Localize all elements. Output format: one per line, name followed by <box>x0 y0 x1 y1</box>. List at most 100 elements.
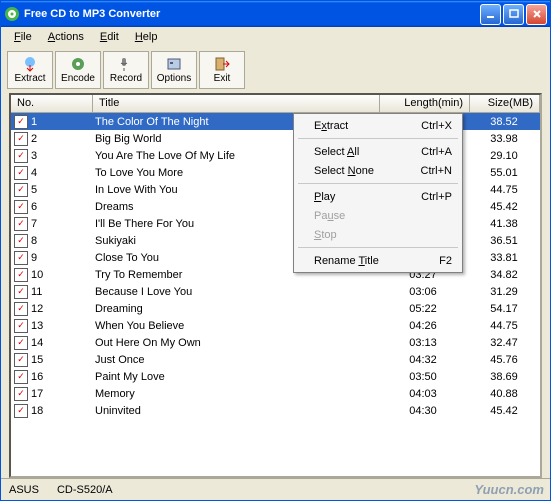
titlebar[interactable]: Free CD to MP3 Converter <box>1 1 550 27</box>
track-size: 44.75 <box>468 184 540 196</box>
track-no: 7 <box>29 218 91 230</box>
menu-file[interactable]: File <box>7 29 39 45</box>
exit-icon <box>214 56 230 72</box>
ctx-play[interactable]: PlayCtrl+P <box>296 187 460 206</box>
track-row[interactable]: ✓13When You Believe04:2644.75 <box>11 317 540 334</box>
track-size: 32.47 <box>468 337 540 349</box>
track-length: 04:26 <box>378 320 468 332</box>
close-button[interactable] <box>526 4 547 25</box>
track-list: No. Title Length(min) Size(MB) ✓1The Col… <box>9 93 542 478</box>
encode-button[interactable]: Encode <box>55 51 101 89</box>
track-size: 36.51 <box>468 235 540 247</box>
options-icon <box>166 56 182 72</box>
exit-button[interactable]: Exit <box>199 51 245 89</box>
track-no: 1 <box>29 116 91 128</box>
extract-icon <box>22 56 38 72</box>
checkbox-icon[interactable]: ✓ <box>14 336 28 350</box>
checkbox-icon[interactable]: ✓ <box>14 285 28 299</box>
checkbox-icon[interactable]: ✓ <box>14 217 28 231</box>
track-length: 04:30 <box>378 405 468 417</box>
checkbox-icon[interactable]: ✓ <box>14 166 28 180</box>
track-no: 4 <box>29 167 91 179</box>
track-size: 40.88 <box>468 388 540 400</box>
col-no[interactable]: No. <box>11 95 93 112</box>
checkbox-icon[interactable]: ✓ <box>14 132 28 146</box>
ctx-rename[interactable]: Rename TitleF2 <box>296 251 460 270</box>
ctx-stop: Stop <box>296 225 460 244</box>
ctx-play-shortcut: Ctrl+P <box>421 191 452 203</box>
checkbox-icon[interactable]: ✓ <box>14 268 28 282</box>
track-size: 29.10 <box>468 150 540 162</box>
context-menu: ExtractCtrl+X Select AllCtrl+A Select No… <box>293 113 463 273</box>
status-bar: ASUS CD-S520/A Yuucn.com <box>1 478 550 500</box>
menu-help[interactable]: Help <box>128 29 165 45</box>
track-no: 17 <box>29 388 91 400</box>
exit-label: Exit <box>214 73 231 84</box>
ctx-select-all[interactable]: Select AllCtrl+A <box>296 142 460 161</box>
track-title: Uninvited <box>91 405 378 417</box>
menubar: File Actions Edit Help <box>1 27 550 47</box>
track-row[interactable]: ✓18Uninvited04:3045.42 <box>11 402 540 419</box>
track-row[interactable]: ✓14Out Here On My Own03:1332.47 <box>11 334 540 351</box>
track-size: 31.29 <box>468 286 540 298</box>
track-size: 33.81 <box>468 252 540 264</box>
checkbox-icon[interactable]: ✓ <box>14 149 28 163</box>
track-no: 2 <box>29 133 91 145</box>
track-size: 33.98 <box>468 133 540 145</box>
track-row[interactable]: ✓15Just Once04:3245.76 <box>11 351 540 368</box>
checkbox-icon[interactable]: ✓ <box>14 387 28 401</box>
minimize-button[interactable] <box>480 4 501 25</box>
col-size[interactable]: Size(MB) <box>470 95 540 112</box>
track-title: When You Believe <box>91 320 378 332</box>
separator <box>298 247 458 248</box>
checkbox-icon[interactable]: ✓ <box>14 234 28 248</box>
ctx-extract[interactable]: ExtractCtrl+X <box>296 116 460 135</box>
track-no: 15 <box>29 354 91 366</box>
track-title: Memory <box>91 388 378 400</box>
track-length: 03:13 <box>378 337 468 349</box>
ctx-select-none[interactable]: Select NoneCtrl+N <box>296 161 460 180</box>
checkbox-icon[interactable]: ✓ <box>14 404 28 418</box>
menu-edit[interactable]: Edit <box>93 29 126 45</box>
track-no: 12 <box>29 303 91 315</box>
separator <box>298 138 458 139</box>
checkbox-icon[interactable]: ✓ <box>14 183 28 197</box>
track-size: 38.52 <box>468 116 540 128</box>
window-buttons <box>480 4 547 25</box>
record-label: Record <box>110 73 142 84</box>
col-length[interactable]: Length(min) <box>380 95 470 112</box>
track-no: 13 <box>29 320 91 332</box>
track-size: 54.17 <box>468 303 540 315</box>
track-title: Out Here On My Own <box>91 337 378 349</box>
checkbox-icon[interactable]: ✓ <box>14 302 28 316</box>
encode-label: Encode <box>61 73 95 84</box>
checkbox-icon[interactable]: ✓ <box>14 353 28 367</box>
track-title: Just Once <box>91 354 378 366</box>
status-device: CD-S520/A <box>57 484 113 496</box>
col-title[interactable]: Title <box>93 95 380 112</box>
checkbox-icon[interactable]: ✓ <box>14 319 28 333</box>
encode-icon <box>70 56 86 72</box>
maximize-button[interactable] <box>503 4 524 25</box>
checkbox-icon[interactable]: ✓ <box>14 115 28 129</box>
track-size: 45.42 <box>468 201 540 213</box>
track-row[interactable]: ✓11Because I Love You03:0631.29 <box>11 283 540 300</box>
track-length: 04:32 <box>378 354 468 366</box>
track-length: 03:06 <box>378 286 468 298</box>
app-icon <box>4 6 20 22</box>
track-row[interactable]: ✓16Paint My Love03:5038.69 <box>11 368 540 385</box>
menu-actions[interactable]: Actions <box>41 29 91 45</box>
checkbox-icon[interactable]: ✓ <box>14 370 28 384</box>
record-button[interactable]: Record <box>103 51 149 89</box>
app-window: Free CD to MP3 Converter File Actions Ed… <box>0 0 551 501</box>
ctx-pause: Pause <box>296 206 460 225</box>
checkbox-icon[interactable]: ✓ <box>14 251 28 265</box>
track-row[interactable]: ✓17Memory04:0340.88 <box>11 385 540 402</box>
extract-label: Extract <box>14 73 45 84</box>
extract-button[interactable]: Extract <box>7 51 53 89</box>
track-row[interactable]: ✓12Dreaming05:2254.17 <box>11 300 540 317</box>
track-no: 5 <box>29 184 91 196</box>
checkbox-icon[interactable]: ✓ <box>14 200 28 214</box>
track-size: 45.76 <box>468 354 540 366</box>
options-button[interactable]: Options <box>151 51 197 89</box>
